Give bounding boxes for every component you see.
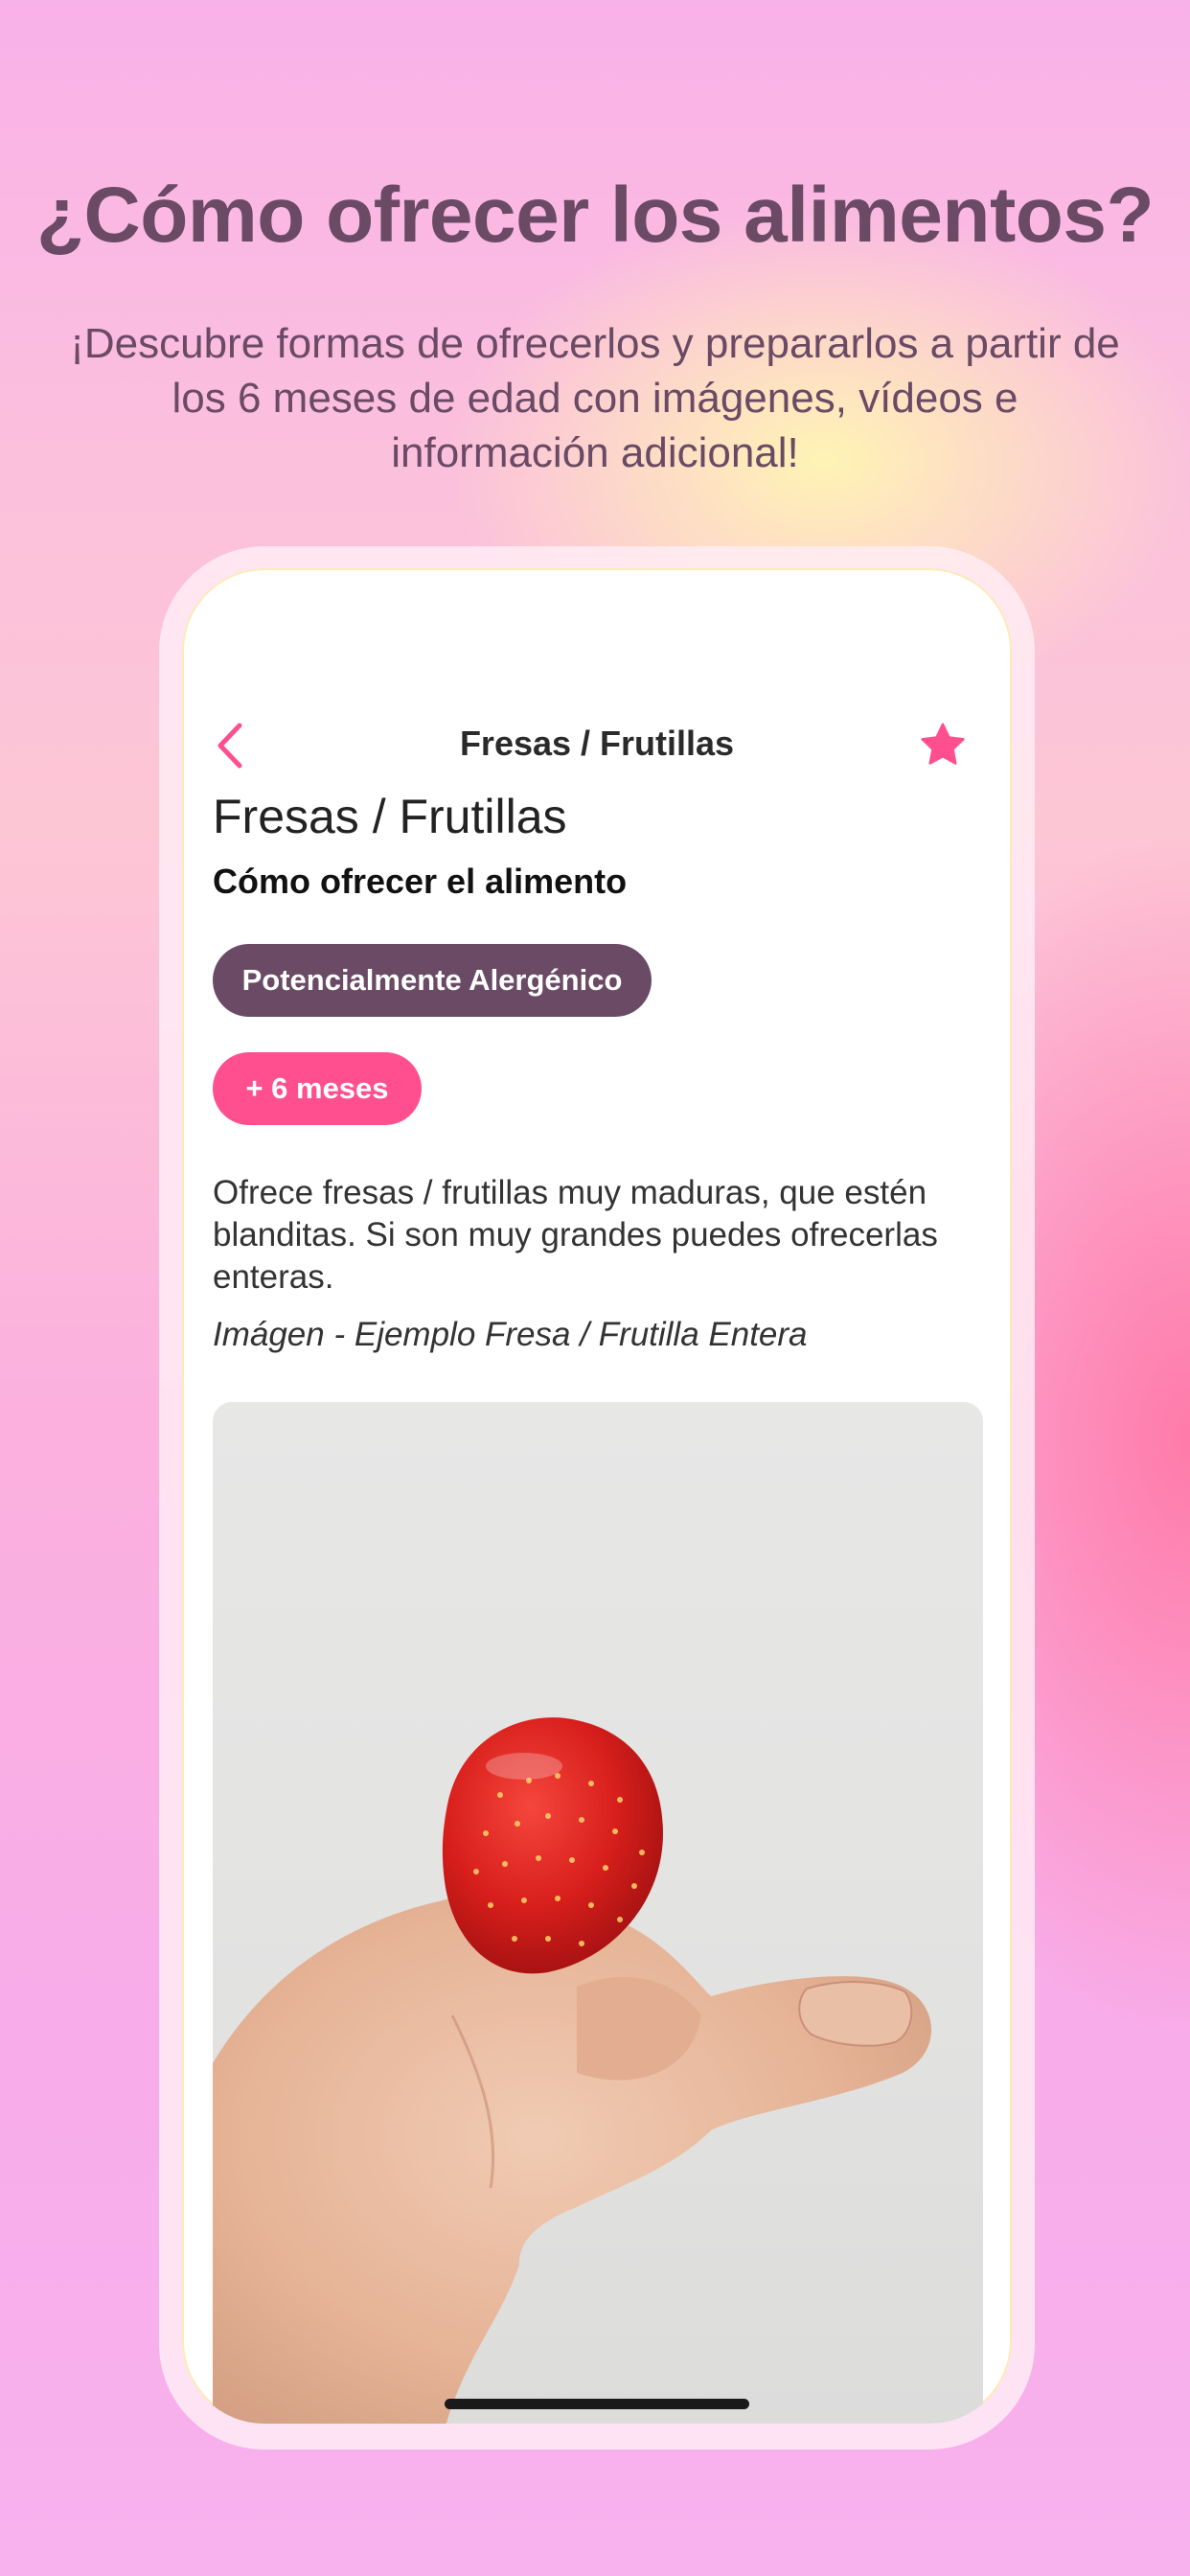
allergen-badge: Potencialmente Alergénico (213, 944, 652, 1017)
promo-subheadline: ¡Descubre formas de ofrecerlos y prepara… (70, 320, 1120, 476)
nav-title: Fresas / Frutillas (459, 724, 735, 763)
image-caption: Imágen - Ejemplo Fresa / Frutilla Entera (213, 1316, 808, 1353)
strawberry-hand-photo (213, 1402, 983, 2424)
navigation-bar: Fresas / Frutillas (182, 693, 1012, 798)
promo-headline: ¿Cómo ofrecer los alimentos? (35, 172, 1155, 259)
hand-shape (213, 1892, 931, 2424)
age-badge: + 6 meses (213, 1052, 422, 1125)
food-title: Fresas / Frutillas (213, 790, 567, 843)
phone-screen: Fresas / Frutillas Fresas / Frutillas Có… (182, 568, 1012, 2424)
section-title: Cómo ofrecer el alimento (213, 862, 628, 901)
star-icon[interactable] (916, 718, 970, 771)
home-indicator (445, 2399, 749, 2409)
food-description: Ofrece fresas / frutillas muy maduras, q… (213, 1174, 938, 1296)
